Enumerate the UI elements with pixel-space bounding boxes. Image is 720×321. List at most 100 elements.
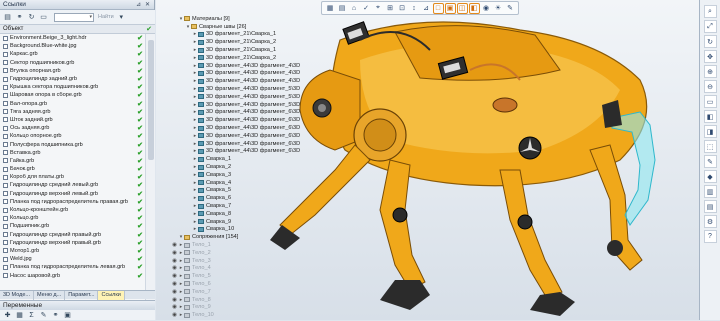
checkmark-icon[interactable]: ✔	[135, 91, 145, 99]
checkmark-icon[interactable]: ✔	[135, 222, 145, 230]
tree-row[interactable]: ▸ 3D фрагмент_44\3D фрагмент_4\3D	[171, 62, 321, 70]
tree-row[interactable]: ◉ ▸ Тело_1	[171, 241, 321, 249]
checkmark-icon[interactable]: ✔	[135, 214, 145, 222]
rotate-icon[interactable]: ▦	[325, 3, 336, 14]
visibility-icon[interactable]: ◉	[171, 304, 178, 310]
list-item[interactable]: Полусфера подшипника.grb ✔	[0, 140, 145, 149]
list-item[interactable]: Гидроцилиндр задний.grb ✔	[0, 75, 145, 83]
list-item[interactable]: Ось задняя.grb ✔	[0, 124, 145, 132]
list-item[interactable]: Подшипник.grb ✔	[0, 222, 145, 230]
find-button[interactable]: Найти	[98, 14, 114, 20]
tree-row[interactable]: ▸ Сварка_2	[171, 163, 321, 171]
tree-row[interactable]: ▸ Сварка_6	[171, 194, 321, 202]
edit-icon[interactable]: ✎	[703, 155, 717, 168]
home-view-icon[interactable]: ⌂	[349, 3, 360, 14]
checkmark-icon[interactable]: ✔	[135, 198, 145, 206]
tree-row[interactable]: ◉ ▸ Тело_3	[171, 257, 321, 265]
check-icon[interactable]: ✓	[361, 3, 372, 14]
tree-row[interactable]: ◉ ▸ Тело_6	[171, 280, 321, 288]
tab-parameters[interactable]: Парамет...	[65, 290, 99, 300]
scrollbar-thumb[interactable]	[148, 40, 154, 160]
shade-edge-icon[interactable]: ◫	[456, 2, 468, 14]
visibility-icon[interactable]: ◉	[171, 297, 178, 303]
view-top-icon[interactable]: ◨	[703, 125, 717, 138]
tree-row[interactable]: ▸ 3D фрагмент_44\3D фрагмент_6\3D	[171, 109, 321, 117]
checkmark-icon[interactable]: ✔	[135, 263, 145, 271]
checkmark-icon[interactable]: ✔	[135, 108, 145, 116]
tree-row[interactable]: ▸ Сварка_5	[171, 187, 321, 195]
checkmark-icon[interactable]: ✔	[135, 157, 145, 165]
var-calc-icon[interactable]: Σ	[26, 310, 37, 321]
filter-icon[interactable]: ▤	[2, 12, 13, 23]
wire-icon[interactable]: □	[432, 2, 444, 14]
hidden-icon[interactable]: ◧	[468, 2, 480, 14]
zoom-in-icon[interactable]: ⊕	[703, 65, 717, 78]
settings-icon[interactable]: ⚙	[703, 215, 717, 228]
list-item[interactable]: Гидроцилиндр верхний левый.grb ✔	[0, 190, 145, 198]
axis-icon[interactable]: ↕	[409, 3, 420, 14]
list-item[interactable]: Втулка опорная.grb ✔	[0, 67, 145, 75]
zoom-out-icon[interactable]: ⊖	[703, 80, 717, 93]
tree-row[interactable]: ▸ 3D фрагмент_44\3D фрагмент_6\3D	[171, 140, 321, 148]
checkmark-icon[interactable]: ✔	[135, 67, 145, 75]
tree-row[interactable]: ▸ 3D фрагмент_21\Сварка_1	[171, 46, 321, 54]
list-item[interactable]: Environment.Beige_3_light.hdr ✔	[0, 34, 145, 42]
tree-row[interactable]: ◉ ▸ Тело_5	[171, 272, 321, 280]
list-item[interactable]: Гидроцилиндр верхний правый.grb ✔	[0, 239, 145, 247]
folder-icon[interactable]: ▭	[38, 12, 49, 23]
list-item[interactable]: Кольцо опорное.grb ✔	[0, 132, 145, 140]
list-item[interactable]: Шток задний.grb ✔	[0, 116, 145, 124]
tree-row[interactable]: ◉ ▸ Тело_2	[171, 249, 321, 257]
var-link-icon[interactable]: ⚭	[50, 310, 61, 321]
list-item[interactable]: Гидроцилиндр средний правый.grb ✔	[0, 231, 145, 239]
tab-menu[interactable]: Меню д...	[34, 290, 66, 300]
visibility-icon[interactable]: ◉	[171, 273, 178, 279]
list-item[interactable]: Шаровая опора в сборе.grb ✔	[0, 91, 145, 99]
tree-row[interactable]: ▸ Сварка_8	[171, 210, 321, 218]
checkmark-icon[interactable]: ✔	[135, 50, 145, 58]
tree-row[interactable]: ▸ Сварка_7	[171, 202, 321, 210]
checkmark-icon[interactable]: ✔	[135, 206, 145, 214]
checkmark-icon[interactable]: ✔	[135, 272, 145, 280]
list-item[interactable]: Сектор подшипников.grb ✔	[0, 59, 145, 67]
tree-row[interactable]: ▸ Сварка_10	[171, 226, 321, 234]
select-icon[interactable]: ◆	[703, 170, 717, 183]
move-icon[interactable]: ✥	[703, 50, 717, 63]
tree-row[interactable]: ▸ 3D фрагмент_21\Сварка_1	[171, 31, 321, 39]
tree-row[interactable]: ▾ Сварные швы [26]	[171, 23, 321, 31]
checkmark-icon[interactable]: ✔	[135, 132, 145, 140]
tree-row[interactable]: ▸ 3D фрагмент_44\3D фрагмент_6\3D	[171, 124, 321, 132]
zoom-icon[interactable]: ⌕	[703, 5, 717, 18]
tree-row[interactable]: ▸ 3D фрагмент_44\3D фрагмент_6\3D	[171, 116, 321, 124]
tree-row[interactable]: ▸ 3D фрагмент_44\3D фрагмент_5\3D	[171, 101, 321, 109]
tree-row[interactable]: ▸ Сварка_1	[171, 155, 321, 163]
sketch-icon[interactable]: ✎	[505, 3, 516, 14]
tab-links[interactable]: Ссылки	[98, 290, 125, 300]
shade-icon[interactable]: ▣	[444, 2, 456, 14]
pan-icon[interactable]: ▤	[337, 3, 348, 14]
list-item[interactable]: Мотор1.grb ✔	[0, 247, 145, 255]
visibility-icon[interactable]: ◉	[171, 265, 178, 271]
tree-row[interactable]: ▸ 3D фрагмент_44\3D фрагмент_4\3D	[171, 77, 321, 85]
layers-icon[interactable]: ▥	[703, 185, 717, 198]
list-item[interactable]: Кольцо-кронштейн.grb ✔	[0, 206, 145, 214]
tree-row[interactable]: ◉ ▸ Тело_8	[171, 296, 321, 304]
var-lock-icon[interactable]: ▣	[62, 310, 73, 321]
checkmark-icon[interactable]: ✔	[135, 34, 145, 42]
view-front-icon[interactable]: ▭	[703, 95, 717, 108]
visibility-icon[interactable]: ◉	[171, 312, 178, 318]
list-item[interactable]: Тяга задняя.grb ✔	[0, 108, 145, 116]
tree-row[interactable]: ▸ 3D фрагмент_44\3D фрагмент_5\3D	[171, 93, 321, 101]
tree-row[interactable]: ◉ ▸ Тело_7	[171, 288, 321, 296]
tree-row[interactable]: ▸ 3D фрагмент_21\Сварка_2	[171, 54, 321, 62]
list-icon[interactable]: ▤	[703, 200, 717, 213]
visibility-icon[interactable]: ◉	[171, 258, 178, 264]
checkmark-icon[interactable]: ✔	[135, 247, 145, 255]
scrollbar[interactable]	[145, 34, 155, 311]
checkmark-icon[interactable]: ✔	[135, 75, 145, 83]
checkmark-icon[interactable]: ✔	[135, 59, 145, 67]
tree-row[interactable]: ▸ 3D фрагмент_21\Сварка_2	[171, 38, 321, 46]
visibility-icon[interactable]: ◉	[171, 289, 178, 295]
box-icon[interactable]: ⊞	[385, 3, 396, 14]
list-item[interactable]: Кольцо.grb ✔	[0, 214, 145, 222]
